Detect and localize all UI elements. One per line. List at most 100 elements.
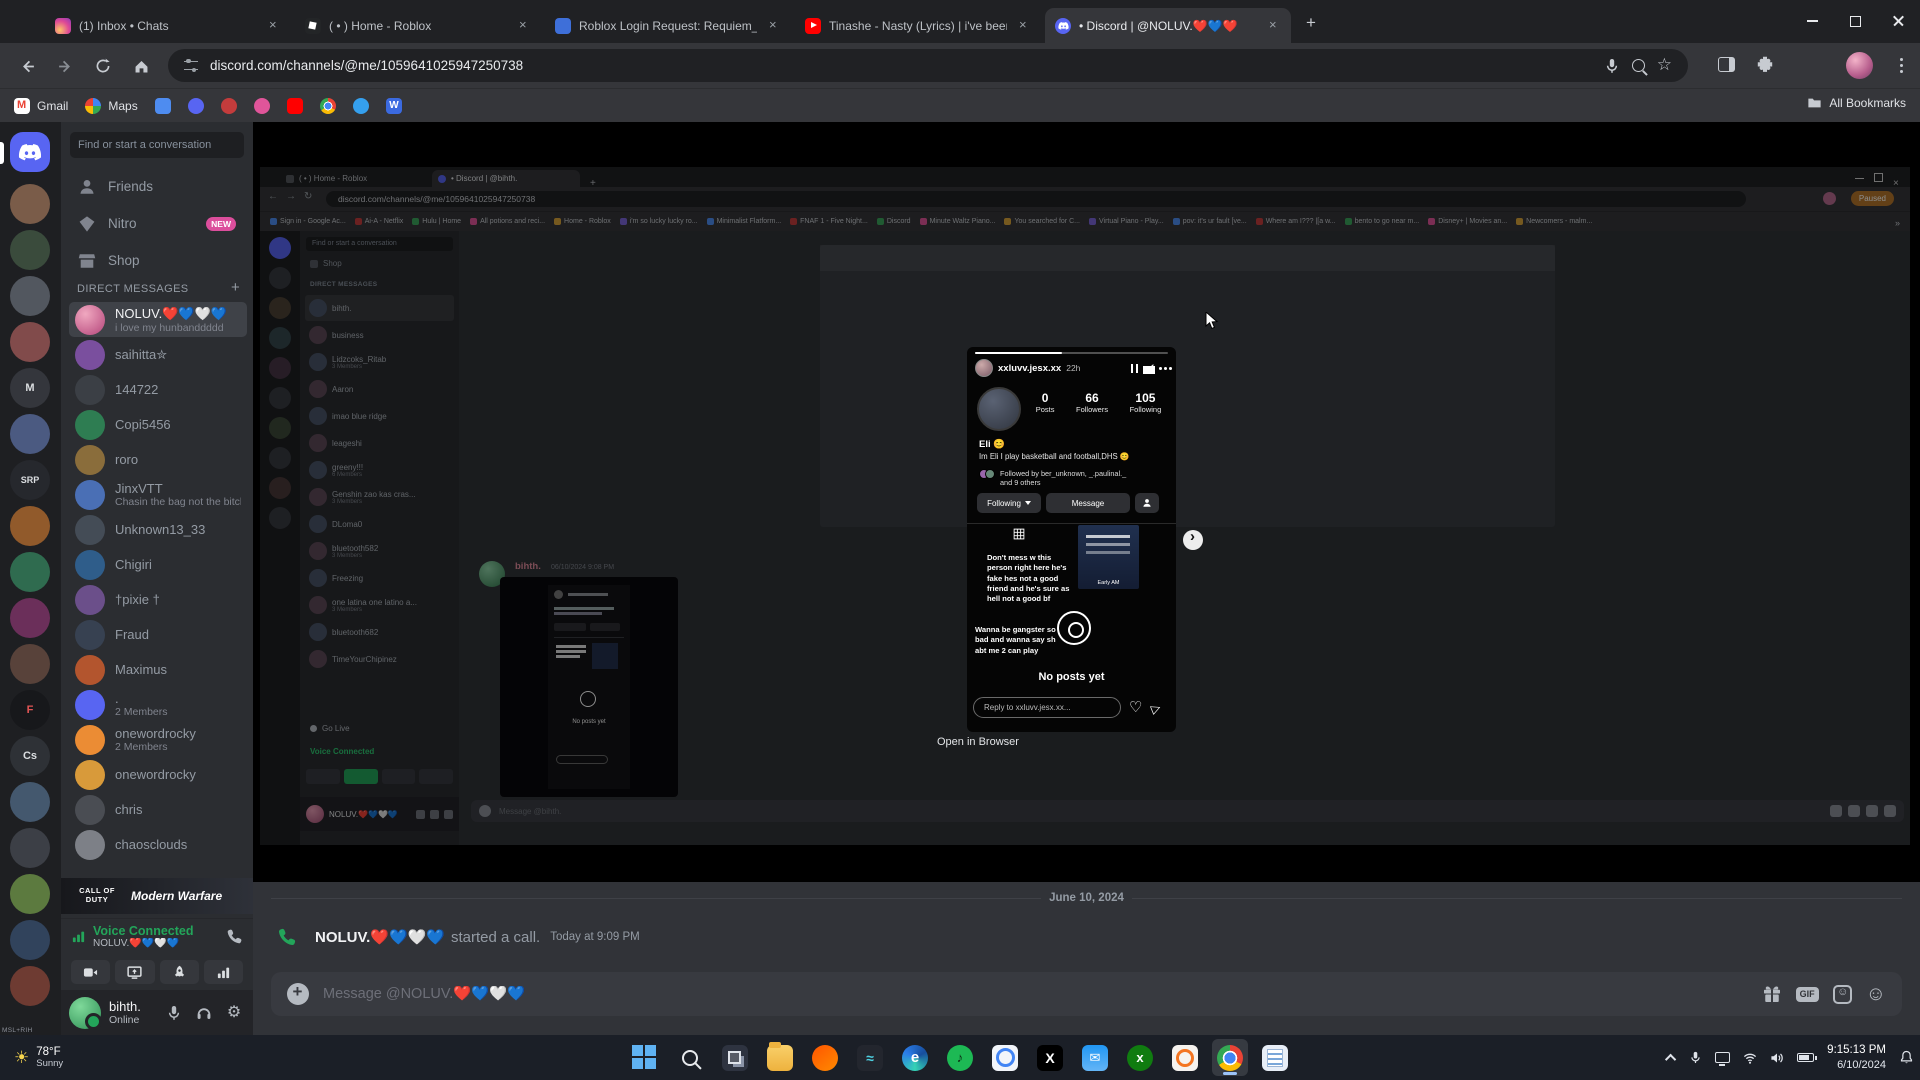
photos-app-button[interactable] (987, 1039, 1023, 1076)
browser-profile-avatar[interactable] (1846, 52, 1873, 79)
sticker-icon[interactable] (1833, 985, 1852, 1004)
dm-item-onewordrocky[interactable]: onewordrocky (69, 757, 247, 792)
minimize-icon[interactable] (1791, 0, 1834, 42)
dm-item-chigiri[interactable]: Chigiri (69, 547, 247, 582)
dm-item-chris[interactable]: chris (69, 792, 247, 827)
browser-tab-inbox[interactable]: (1) Inbox • Chats (45, 8, 291, 43)
soundboard-button[interactable] (204, 960, 243, 984)
server-icon[interactable] (10, 598, 50, 638)
server-icon[interactable]: SRP (10, 460, 50, 500)
brave-button[interactable] (807, 1039, 843, 1076)
search-lens-icon[interactable] (1632, 59, 1645, 72)
disconnect-call-icon[interactable] (226, 928, 243, 945)
attach-plus-icon[interactable] (287, 983, 309, 1005)
bookmark-favicon-w[interactable] (386, 98, 402, 114)
maximize-icon[interactable] (1834, 0, 1877, 42)
file-explorer-button[interactable] (762, 1039, 798, 1076)
screenshare-button[interactable] (115, 960, 154, 984)
extensions-icon[interactable] (1756, 55, 1774, 73)
server-icon[interactable] (10, 322, 50, 362)
bookmark-favicon-youtube[interactable] (287, 98, 303, 114)
server-icon[interactable] (10, 644, 50, 684)
dm-item-saihitta[interactable]: saihitta✮ (69, 337, 247, 372)
bookmark-maps[interactable]: Maps (85, 98, 137, 114)
dm-item-noluv[interactable]: NOLUV.❤️💙🤍💙i love my hunbanddddd (69, 302, 247, 337)
dm-item-maximus[interactable]: Maximus (69, 652, 247, 687)
conversation-search[interactable]: Find or start a conversation (70, 132, 244, 158)
music-app-button[interactable] (852, 1039, 888, 1076)
bookmark-favicon-translate[interactable] (155, 98, 171, 114)
deafen-icon[interactable] (193, 1005, 215, 1021)
dm-item-dot-group[interactable]: .2 Members (69, 687, 247, 722)
server-icon[interactable] (10, 414, 50, 454)
back-button[interactable] (12, 51, 42, 81)
message-input[interactable] (323, 986, 1748, 1002)
screen-share-video[interactable]: ( • ) Home - Roblox • Discord | @bihth. … (253, 122, 1920, 882)
call-author[interactable]: NOLUV.❤️💙🤍💙 (315, 928, 445, 946)
nav-nitro[interactable]: NitroNEW (69, 207, 245, 240)
server-icon[interactable] (10, 782, 50, 822)
spotify-button[interactable] (942, 1039, 978, 1076)
start-button[interactable] (627, 1039, 663, 1076)
notification-bell-icon[interactable] (1899, 1050, 1914, 1065)
bookmark-favicon-red[interactable] (221, 98, 237, 114)
nav-friends[interactable]: Friends (69, 170, 245, 203)
side-panel-icon[interactable] (1718, 57, 1735, 72)
address-bar[interactable] (168, 49, 1688, 82)
xbox-button[interactable] (1122, 1039, 1158, 1076)
browser-tab-youtube[interactable]: Tinashe - Nasty (Lyrics) | i've been (795, 8, 1041, 43)
close-window-icon[interactable] (1877, 0, 1920, 42)
browser-tab-roblox-login[interactable]: Roblox Login Request: Requiem_D (545, 8, 791, 43)
emoji-icon[interactable] (1866, 984, 1886, 1005)
bookmark-gmail[interactable]: Gmail (14, 98, 68, 114)
dm-item-chaosclouds[interactable]: chaosclouds (69, 827, 247, 862)
reload-button[interactable] (88, 51, 118, 81)
dm-item-onewordrocky-group[interactable]: onewordrocky2 Members (69, 722, 247, 757)
browser-menu-icon[interactable] (1900, 58, 1903, 61)
dm-item-copi5456[interactable]: Copi5456 (69, 407, 247, 442)
server-icon[interactable] (10, 230, 50, 270)
server-icon[interactable] (10, 184, 50, 224)
forward-button[interactable] (50, 51, 80, 81)
server-icon[interactable]: Cs (10, 736, 50, 776)
create-dm-icon[interactable] (229, 282, 243, 296)
server-icon[interactable] (10, 966, 50, 1006)
bookmark-star-icon[interactable] (1657, 56, 1672, 75)
dm-item-jinxvtt[interactable]: JinxVTTChasin the bag not the bitches (69, 477, 247, 512)
task-view-button[interactable] (717, 1039, 753, 1076)
browser-tab-roblox-home[interactable]: ( • ) Home - Roblox (295, 8, 541, 43)
server-icon[interactable]: M (10, 368, 50, 408)
activities-button[interactable] (160, 960, 199, 984)
crunchyroll-button[interactable] (1167, 1039, 1203, 1076)
bookmark-favicon-chrome[interactable] (320, 98, 336, 114)
close-tab-icon[interactable] (265, 18, 281, 34)
close-tab-icon[interactable] (765, 18, 781, 34)
mail-button[interactable] (1077, 1039, 1113, 1076)
dm-item-144722[interactable]: 144722 (69, 372, 247, 407)
bookmark-favicon-discord[interactable] (188, 98, 204, 114)
nav-shop[interactable]: Shop (69, 244, 245, 277)
edge-button[interactable] (897, 1039, 933, 1076)
volume-icon[interactable] (1770, 1051, 1784, 1065)
x-app-button[interactable] (1032, 1039, 1068, 1076)
camera-button[interactable] (71, 960, 110, 984)
dm-item-roro[interactable]: roro (69, 442, 247, 477)
discord-home-button[interactable] (10, 132, 50, 172)
browser-tab-discord[interactable]: • Discord | @NOLUV.❤️💙❤️ (1045, 8, 1291, 43)
server-icon[interactable] (10, 276, 50, 316)
close-tab-icon[interactable] (515, 18, 531, 34)
all-bookmarks-button[interactable]: All Bookmarks (1807, 96, 1906, 110)
close-tab-icon[interactable] (1265, 18, 1281, 34)
tray-display-icon[interactable] (1715, 1052, 1730, 1063)
settings-gear-icon[interactable] (223, 1005, 245, 1021)
close-tab-icon[interactable] (1015, 18, 1031, 34)
url-input[interactable] (210, 58, 1592, 73)
tray-mic-icon[interactable] (1689, 1051, 1702, 1064)
voice-search-mic-icon[interactable] (1604, 58, 1620, 74)
site-settings-icon[interactable] (184, 61, 198, 70)
gift-icon[interactable] (1762, 984, 1782, 1004)
server-icon[interactable] (10, 874, 50, 914)
chrome-button[interactable] (1212, 1039, 1248, 1076)
user-avatar[interactable] (69, 997, 101, 1029)
server-icon[interactable] (10, 552, 50, 592)
